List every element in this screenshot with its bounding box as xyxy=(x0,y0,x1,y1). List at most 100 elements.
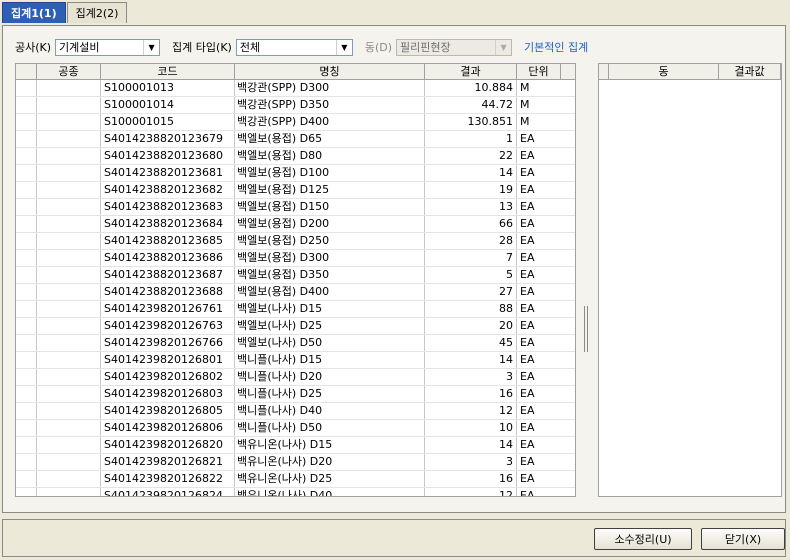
cell-result: 19 xyxy=(425,182,517,198)
table-row[interactable]: S4014239820126761 백엘보(나사) D15 88 EA xyxy=(16,301,575,318)
column-header-code[interactable]: 코드 xyxy=(101,64,235,79)
tab-summary-2[interactable]: 집계2(2) xyxy=(66,2,128,23)
cell-unit: M xyxy=(520,98,530,111)
construction-value: 기계설비 xyxy=(59,41,100,54)
cell-name: 백엘보(용접) D300 xyxy=(235,250,425,266)
column-header-result[interactable]: 결과 xyxy=(425,64,517,79)
construction-select[interactable]: 기계설비 ▼ xyxy=(55,38,161,56)
table-row[interactable]: S4014238820123680 백엘보(용접) D80 22 EA xyxy=(16,148,575,165)
summary-table: 공종 코드 명칭 결과 단위 S100001013 백강관(SPP) D300 10… xyxy=(15,63,576,497)
row-selector xyxy=(16,488,37,496)
table-row[interactable]: S4014238820123687 백엘보(용접) D350 5 EA xyxy=(16,267,575,284)
cell-result: 12 xyxy=(425,403,517,419)
cell-name: 백유니온(나사) D25 xyxy=(235,471,425,487)
cell-name: 백강관(SPP) D300 xyxy=(235,80,425,96)
cell-code: S4014239820126761 xyxy=(101,301,235,317)
row-selector xyxy=(16,216,37,232)
filter-bar: 공사(K) 기계설비 ▼ 집계 타입(K) 전체 ▼ 동(D) 필리핀현장 ▼ … xyxy=(15,38,588,56)
cell-code: S4014239820126821 xyxy=(101,454,235,470)
tab-summary-1[interactable]: 집계1(1) xyxy=(2,2,66,23)
table-row[interactable]: S4014239820126802 백니플(나사) D20 3 EA xyxy=(16,369,575,386)
cell-unit: M xyxy=(520,81,530,94)
construction-label: 공사(K) xyxy=(15,41,52,54)
row-selector xyxy=(16,369,37,385)
table-row[interactable]: S4014239820126824 백유니온(나사) D40 12 EA xyxy=(16,488,575,496)
column-header-trade[interactable]: 공종 xyxy=(37,64,101,79)
table-row[interactable]: S4014239820126801 백니플(나사) D15 14 EA xyxy=(16,352,575,369)
table-row[interactable]: S4014238820123683 백엘보(용접) D150 13 EA xyxy=(16,199,575,216)
cell-result: 28 xyxy=(425,233,517,249)
table-row[interactable]: S4014239820126820 백유니온(나사) D15 14 EA xyxy=(16,437,575,454)
splitter-handle[interactable] xyxy=(584,306,588,352)
cell-trade xyxy=(37,80,101,96)
cell-name: 백유니온(나사) D20 xyxy=(235,454,425,470)
cell-name: 백엘보(용접) D250 xyxy=(235,233,425,249)
row-selector xyxy=(16,131,37,147)
cell-trade xyxy=(37,114,101,130)
row-selector xyxy=(16,233,37,249)
table-row[interactable]: S4014238820123681 백엘보(용접) D100 14 EA xyxy=(16,165,575,182)
cell-trade xyxy=(37,301,101,317)
cell-unit: EA xyxy=(520,217,535,230)
table-row[interactable]: S4014238820123679 백엘보(용접) D65 1 EA xyxy=(16,131,575,148)
chevron-down-icon[interactable]: ▼ xyxy=(335,39,352,55)
cell-code: S4014239820126801 xyxy=(101,352,235,368)
cell-unit: EA xyxy=(520,149,535,162)
type-select[interactable]: 전체 ▼ xyxy=(235,38,353,56)
table-row[interactable]: S4014238820123682 백엘보(용접) D125 19 EA xyxy=(16,182,575,199)
column-header-building[interactable]: 동 xyxy=(609,64,719,79)
table-row[interactable]: S4014239820126803 백니플(나사) D25 16 EA xyxy=(16,386,575,403)
summary-panel: 공사(K) 기계설비 ▼ 집계 타입(K) 전체 ▼ 동(D) 필리핀현장 ▼ … xyxy=(2,25,786,513)
table-row[interactable]: S100001015 백강관(SPP) D400 130.851 M xyxy=(16,114,575,131)
table-row[interactable]: S4014239820126822 백유니온(나사) D25 16 EA xyxy=(16,471,575,488)
row-header-corner xyxy=(16,64,37,79)
table-row[interactable]: S4014239820126806 백니플(나사) D50 10 EA xyxy=(16,420,575,437)
cell-name: 백유니온(나사) D40 xyxy=(235,488,425,496)
table-row[interactable]: S4014238820123688 백엘보(용접) D400 27 EA xyxy=(16,284,575,301)
cell-name: 백니플(나사) D20 xyxy=(235,369,425,385)
cell-name: 백엘보(나사) D15 xyxy=(235,301,425,317)
cell-name: 백엘보(용접) D400 xyxy=(235,284,425,300)
column-header-name[interactable]: 명칭 xyxy=(235,64,425,79)
cell-trade xyxy=(37,454,101,470)
column-header-result-value[interactable]: 결과값 xyxy=(719,64,781,79)
table-row[interactable]: S100001013 백강관(SPP) D300 10.884 M xyxy=(16,80,575,97)
cell-trade xyxy=(37,318,101,334)
cell-unit: EA xyxy=(520,268,535,281)
close-button[interactable]: 닫기(X) xyxy=(701,528,785,550)
row-selector xyxy=(16,267,37,283)
table-body: S100001013 백강관(SPP) D300 10.884 M S100001014… xyxy=(16,80,575,496)
column-header-unit[interactable]: 단위 xyxy=(517,64,561,79)
table-row[interactable]: S4014239820126763 백엘보(나사) D25 20 EA xyxy=(16,318,575,335)
cell-code: S4014239820126803 xyxy=(101,386,235,402)
table-row[interactable]: S4014238820123685 백엘보(용접) D250 28 EA xyxy=(16,233,575,250)
cell-name: 백니플(나사) D25 xyxy=(235,386,425,402)
table-row[interactable]: S4014239820126821 백유니온(나사) D20 3 EA xyxy=(16,454,575,471)
cell-name: 백엘보(용접) D200 xyxy=(235,216,425,232)
cell-unit: EA xyxy=(520,438,535,451)
chevron-down-icon[interactable]: ▼ xyxy=(143,39,160,55)
cell-trade xyxy=(37,250,101,266)
button-bar: 소수정리(U) 닫기(X) xyxy=(2,519,786,557)
cell-code: S4014238820123683 xyxy=(101,199,235,215)
row-selector xyxy=(16,148,37,164)
cell-code: S4014239820126766 xyxy=(101,335,235,351)
table-row[interactable]: S100001014 백강관(SPP) D350 44.72 M xyxy=(16,97,575,114)
cell-code: S4014238820123679 xyxy=(101,131,235,147)
cell-unit: EA xyxy=(520,183,535,196)
cell-name: 백엘보(용접) D80 xyxy=(235,148,425,164)
cell-unit: M xyxy=(520,115,530,128)
table-row[interactable]: S4014238820123684 백엘보(용접) D200 66 EA xyxy=(16,216,575,233)
cell-unit: EA xyxy=(520,336,535,349)
cell-code: S4014238820123688 xyxy=(101,284,235,300)
cell-code: S100001013 xyxy=(101,80,235,96)
decimal-cleanup-button[interactable]: 소수정리(U) xyxy=(594,528,692,550)
cell-result: 14 xyxy=(425,352,517,368)
basic-summary-link[interactable]: 기본적인 집계 xyxy=(524,39,588,55)
table-row[interactable]: S4014239820126805 백니플(나사) D40 12 EA xyxy=(16,403,575,420)
row-selector xyxy=(16,318,37,334)
table-row[interactable]: S4014239820126766 백엘보(나사) D50 45 EA xyxy=(16,335,575,352)
cell-name: 백엘보(나사) D50 xyxy=(235,335,425,351)
row-selector xyxy=(16,454,37,470)
table-row[interactable]: S4014238820123686 백엘보(용접) D300 7 EA xyxy=(16,250,575,267)
